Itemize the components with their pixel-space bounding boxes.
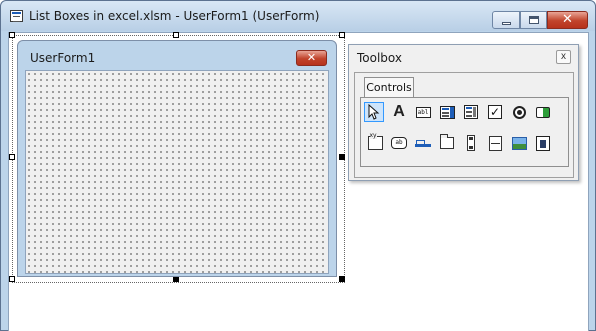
label-icon: A [393, 103, 405, 120]
minimize-button[interactable] [492, 11, 520, 29]
tool-select-objects[interactable] [364, 102, 384, 122]
tool-listbox[interactable] [461, 102, 481, 122]
controls-page: A abl ✓ xy ab [360, 97, 569, 167]
close-button[interactable]: ✕ [547, 11, 588, 29]
close-icon: ✕ [306, 51, 317, 64]
resize-handle-tm[interactable] [173, 32, 179, 38]
tool-image[interactable] [509, 133, 529, 153]
listbox-icon [464, 105, 478, 119]
resize-handle-tl[interactable] [9, 32, 15, 38]
toolbox-title: Toolbox [357, 51, 402, 65]
tool-combobox[interactable] [437, 102, 457, 122]
combobox-icon [439, 105, 455, 119]
tool-commandbutton[interactable]: ab [389, 133, 409, 153]
resize-handle-mr[interactable] [339, 154, 345, 160]
tool-scrollbar[interactable] [461, 133, 481, 153]
userform[interactable]: UserForm1 ✕ [17, 40, 337, 277]
frame-icon: xy [367, 132, 383, 150]
tab-controls[interactable]: Controls [364, 77, 414, 97]
frame-icon-label: xy [369, 132, 377, 139]
optionbutton-icon [512, 105, 526, 119]
scrollbar-icon [467, 135, 475, 151]
togglebutton-icon [536, 106, 550, 118]
commandbutton-icon: ab [391, 137, 407, 149]
select-objects-icon [368, 104, 380, 120]
tool-spinbutton[interactable] [485, 133, 505, 153]
toolbox-window[interactable]: Toolbox x Controls A abl ✓ xy ab [348, 44, 579, 181]
toolbox-close-button[interactable]: x [556, 50, 571, 64]
resize-handle-bl[interactable] [9, 276, 15, 282]
refedit-icon [536, 135, 550, 151]
vbe-window: List Boxes in excel.xlsm - UserForm1 (Us… [0, 0, 596, 331]
designer-area[interactable]: UserForm1 ✕ Toolbox x Controls A abl ✓ x… [8, 32, 589, 331]
minimize-icon [502, 22, 511, 25]
spinbutton-icon [488, 135, 502, 151]
resize-handle-tr[interactable] [339, 32, 345, 38]
toolbox-panel: Controls A abl ✓ xy ab [354, 72, 574, 178]
tool-textbox[interactable]: abl [413, 102, 433, 122]
tool-togglebutton[interactable] [533, 102, 553, 122]
checkbox-icon: ✓ [488, 105, 502, 119]
tool-multipage[interactable] [437, 133, 457, 153]
tabstrip-icon [415, 139, 431, 147]
multipage-icon [440, 134, 454, 149]
window-titlebar[interactable]: List Boxes in excel.xlsm - UserForm1 (Us… [1, 1, 595, 31]
close-icon: x [561, 51, 566, 62]
userform-title: UserForm1 [30, 51, 96, 65]
tool-label[interactable]: A [389, 102, 409, 122]
tool-refedit[interactable] [533, 133, 553, 153]
tool-tabstrip[interactable] [413, 133, 433, 153]
userform-grid[interactable] [25, 70, 329, 274]
close-icon: ✕ [562, 12, 573, 27]
tool-checkbox[interactable]: ✓ [485, 102, 505, 122]
window-title: List Boxes in excel.xlsm - UserForm1 (Us… [29, 9, 320, 23]
tool-optionbutton[interactable] [509, 102, 529, 122]
userform-close-button[interactable]: ✕ [296, 50, 327, 66]
maximize-button[interactable] [520, 11, 547, 29]
resize-handle-br[interactable] [339, 276, 345, 282]
userform-icon [10, 10, 23, 22]
image-icon [511, 136, 527, 150]
maximize-icon [529, 16, 539, 24]
tool-frame[interactable]: xy [365, 132, 385, 153]
textbox-icon: abl [415, 106, 431, 118]
resize-handle-ml[interactable] [9, 154, 15, 160]
